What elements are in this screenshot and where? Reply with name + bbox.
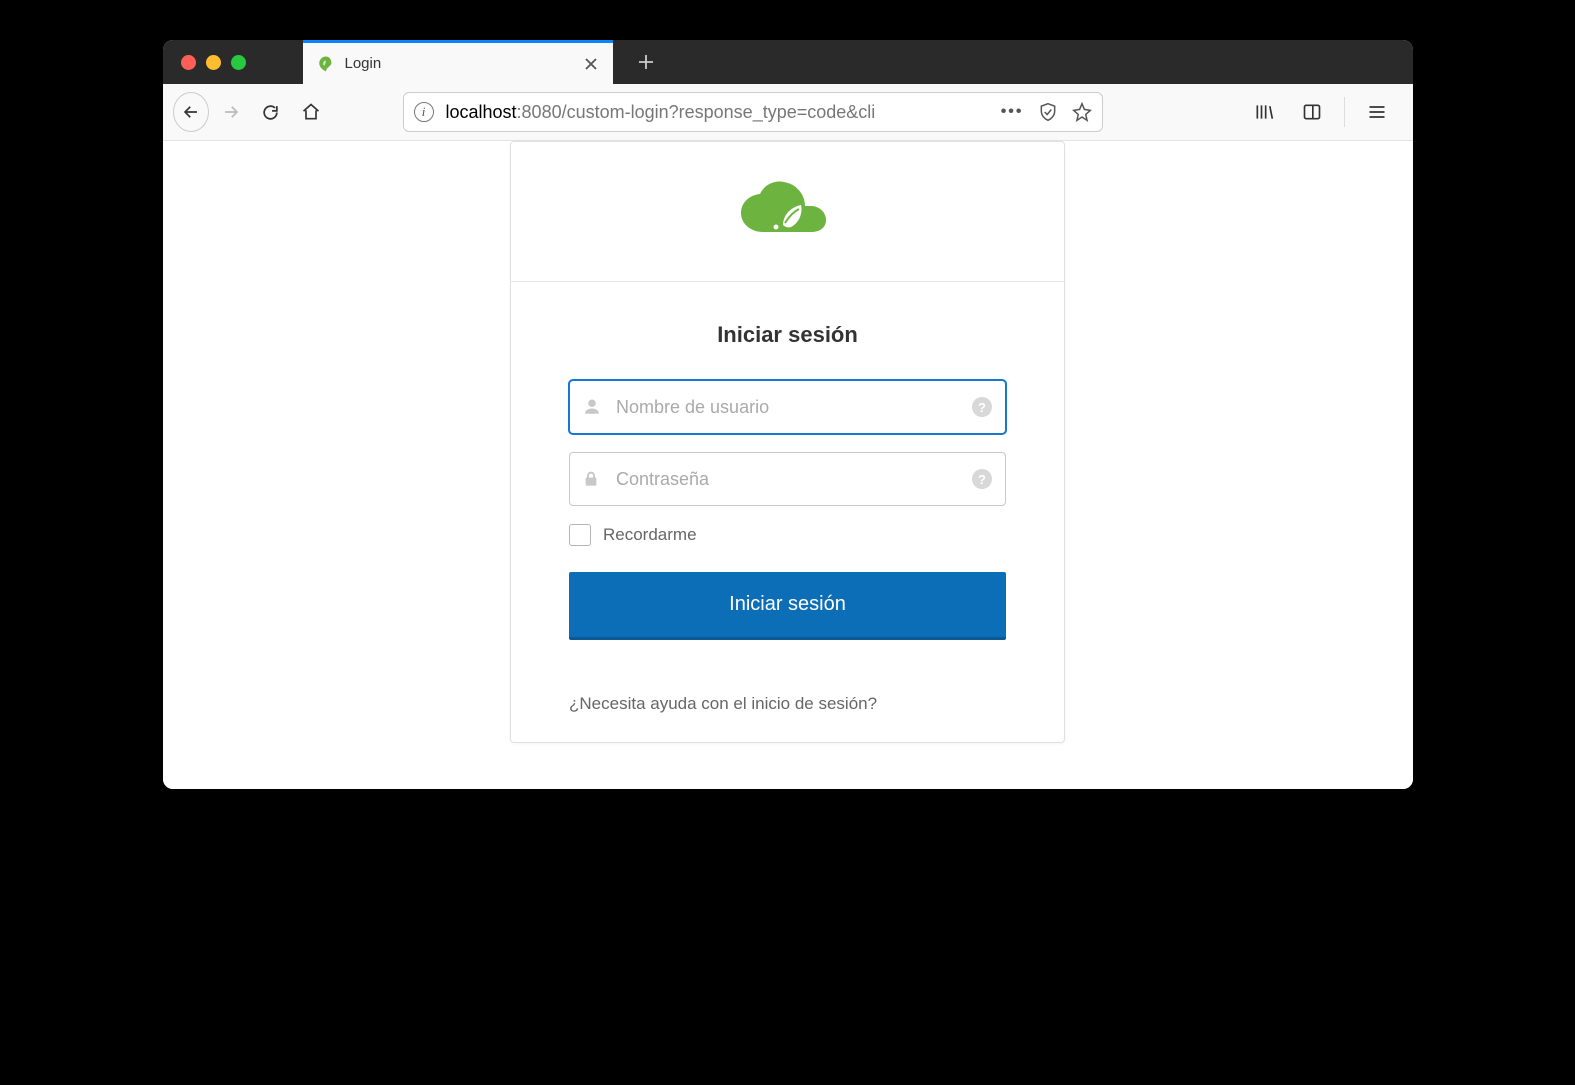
remember-row: Recordarme [569, 524, 1006, 546]
browser-window: Login i [163, 40, 1413, 789]
library-icon[interactable] [1244, 94, 1284, 130]
toolbar-right [1244, 94, 1403, 130]
sidebar-icon[interactable] [1292, 94, 1332, 130]
login-card: Iniciar sesión ? ? [510, 141, 1065, 743]
cloud-leaf-icon [733, 177, 843, 247]
address-bar[interactable]: i localhost:8080/custom-login?response_t… [403, 92, 1103, 132]
tab-title: Login [345, 55, 573, 72]
more-icon[interactable]: ••• [1001, 103, 1024, 121]
shield-icon[interactable] [1038, 102, 1058, 122]
url-text: localhost:8080/custom-login?response_typ… [446, 102, 989, 123]
password-field-wrapper: ? [569, 452, 1006, 506]
form-title: Iniciar sesión [569, 322, 1006, 348]
browser-tab[interactable]: Login [303, 40, 613, 84]
back-button[interactable] [173, 94, 209, 130]
password-input[interactable] [569, 452, 1006, 506]
new-tab-button[interactable] [623, 40, 669, 84]
leaf-icon [317, 55, 335, 73]
titlebar: Login [163, 40, 1413, 84]
toolbar: i localhost:8080/custom-login?response_t… [163, 84, 1413, 141]
close-tab-icon[interactable] [583, 56, 599, 72]
help-link[interactable]: ¿Necesita ayuda con el inicio de sesión? [511, 670, 1064, 742]
help-icon[interactable]: ? [972, 397, 992, 417]
nav-buttons [173, 94, 329, 130]
info-icon[interactable]: i [414, 102, 434, 122]
divider [1344, 97, 1345, 127]
page-content: Iniciar sesión ? ? [163, 141, 1413, 789]
window-controls [163, 55, 246, 70]
help-icon[interactable]: ? [972, 469, 992, 489]
maximize-window-button[interactable] [231, 55, 246, 70]
bookmark-icon[interactable] [1072, 102, 1092, 122]
close-window-button[interactable] [181, 55, 196, 70]
forward-button[interactable] [213, 94, 249, 130]
username-input[interactable] [569, 380, 1006, 434]
user-icon [583, 398, 601, 416]
menu-icon[interactable] [1357, 94, 1397, 130]
home-button[interactable] [293, 94, 329, 130]
url-actions: ••• [1001, 102, 1092, 122]
remember-label: Recordarme [603, 525, 697, 545]
reload-button[interactable] [253, 94, 289, 130]
submit-button[interactable]: Iniciar sesión [569, 572, 1006, 640]
username-field-wrapper: ? [569, 380, 1006, 434]
lock-icon [583, 470, 599, 488]
brand-logo [511, 142, 1064, 282]
remember-checkbox[interactable] [569, 524, 591, 546]
minimize-window-button[interactable] [206, 55, 221, 70]
login-form: Iniciar sesión ? ? [511, 282, 1064, 670]
